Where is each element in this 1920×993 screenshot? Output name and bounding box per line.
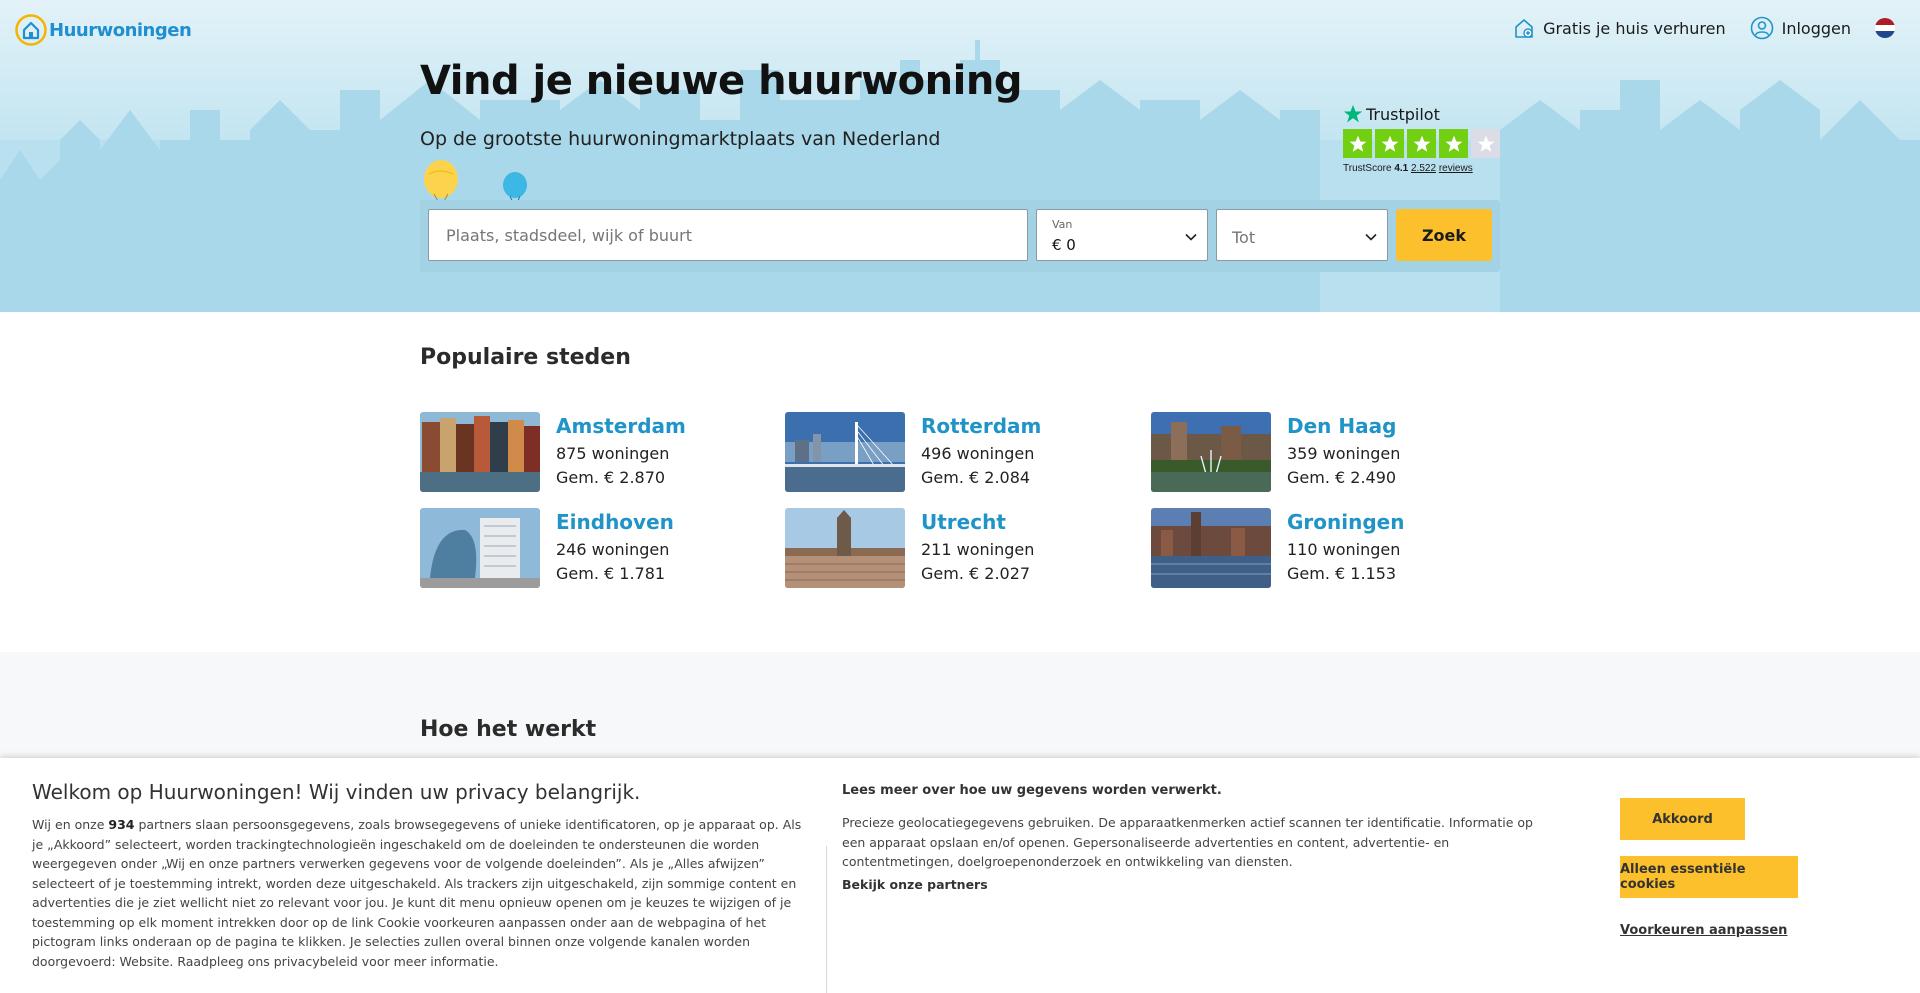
language-flag-nl-icon[interactable] bbox=[1875, 18, 1895, 38]
cookie-preferences-link[interactable]: Voorkeuren aanpassen bbox=[1620, 923, 1787, 938]
city-photo-den-haag bbox=[1151, 412, 1271, 492]
house-logo-icon bbox=[15, 14, 47, 46]
trustpilot-brand: Trustpilot bbox=[1343, 104, 1503, 124]
city-photo-groningen bbox=[1151, 508, 1271, 588]
view-partners-link[interactable]: Bekijk onze partners bbox=[842, 877, 988, 892]
hero-section: Huurwoningen Gratis je huis verhuren Inl… bbox=[0, 0, 1920, 312]
city-name: Rotterdam bbox=[921, 414, 1042, 438]
city-listing-count: 496 woningen bbox=[921, 444, 1035, 463]
city-average-price: Gem. € 2.027 bbox=[921, 564, 1031, 583]
city-card-eindhoven[interactable]: Eindhoven 246 woningen Gem. € 1.781 bbox=[420, 508, 780, 588]
star-empty-icon bbox=[1471, 129, 1500, 158]
site-header: Huurwoningen Gratis je huis verhuren Inl… bbox=[0, 0, 1920, 60]
city-average-price: Gem. € 1.781 bbox=[556, 564, 666, 583]
city-card-utrecht[interactable]: Utrecht 211 woningen Gem. € 2.027 bbox=[785, 508, 1145, 588]
price-from-label: Van bbox=[1052, 218, 1073, 231]
login-label: Inloggen bbox=[1781, 18, 1851, 38]
city-listing-count: 246 woningen bbox=[556, 540, 670, 559]
rent-out-link[interactable]: Gratis je huis verhuren bbox=[1513, 17, 1726, 39]
chevron-down-icon bbox=[1185, 233, 1197, 241]
hero-title: Vind je nieuwe huurwoning bbox=[420, 58, 1022, 104]
city-photo-utrecht bbox=[785, 508, 905, 588]
price-from-value: € 0 bbox=[1052, 236, 1076, 254]
user-icon bbox=[1750, 16, 1773, 40]
city-average-price: Gem. € 2.490 bbox=[1287, 468, 1397, 487]
hero-subtitle: Op de grootste huurwoningmarktplaats van… bbox=[420, 128, 941, 150]
star-filled-icon bbox=[1343, 129, 1372, 158]
logo[interactable]: Huurwoningen bbox=[15, 14, 192, 46]
price-to-placeholder: Tot bbox=[1232, 228, 1256, 247]
city-photo-amsterdam bbox=[420, 412, 540, 492]
city-photo-eindhoven bbox=[420, 508, 540, 588]
city-card-den-haag[interactable]: Den Haag 359 woningen Gem. € 2.490 bbox=[1151, 412, 1511, 492]
city-average-price: Gem. € 1.153 bbox=[1287, 564, 1397, 583]
city-card-rotterdam[interactable]: Rotterdam 496 woningen Gem. € 2.084 bbox=[785, 412, 1145, 492]
logo-text: Huurwoningen bbox=[49, 19, 192, 41]
how-it-works-title: Hoe het werkt bbox=[420, 717, 597, 742]
popular-cities-title: Populaire steden bbox=[420, 345, 631, 370]
city-card-amsterdam[interactable]: Amsterdam 875 woningen Gem. € 2.870 bbox=[420, 412, 780, 492]
cookie-body-text: Wij en onze 934 partners slaan persoonsg… bbox=[32, 817, 802, 969]
city-average-price: Gem. € 2.084 bbox=[921, 468, 1031, 487]
city-listing-count: 211 woningen bbox=[921, 540, 1035, 559]
city-name: Groningen bbox=[1287, 510, 1405, 534]
city-name: Eindhoven bbox=[556, 510, 674, 534]
top-nav: Gratis je huis verhuren Inloggen bbox=[1513, 16, 1895, 40]
search-panel: Van € 0 Tot Zoek bbox=[420, 200, 1500, 272]
city-listing-count: 875 woningen bbox=[556, 444, 670, 463]
cookie-consent-banner: Welkom op Huurwoningen! Wij vinden uw pr… bbox=[0, 758, 1920, 993]
cookie-title: Welkom op Huurwoningen! Wij vinden uw pr… bbox=[32, 780, 641, 804]
price-from-select[interactable]: Van € 0 bbox=[1036, 209, 1208, 261]
cookie-divider bbox=[826, 846, 827, 993]
trustpilot-star-icon bbox=[1343, 104, 1363, 123]
cookie-processing-title: Lees meer over hoe uw gegevens worden ve… bbox=[842, 783, 1222, 798]
city-photo-rotterdam bbox=[785, 412, 905, 492]
star-filled-icon bbox=[1407, 129, 1436, 158]
essential-cookies-button[interactable]: Alleen essentiële cookies bbox=[1620, 856, 1798, 898]
search-button[interactable]: Zoek bbox=[1396, 209, 1492, 261]
house-plus-icon bbox=[1515, 19, 1533, 38]
price-to-select[interactable]: Tot bbox=[1216, 209, 1388, 261]
login-link[interactable]: Inloggen bbox=[1750, 16, 1851, 40]
star-filled-icon bbox=[1439, 129, 1468, 158]
cookie-purposes-text: Precieze geolocatiegegevens gebruiken. D… bbox=[842, 815, 1533, 869]
rent-out-label: Gratis je huis verhuren bbox=[1543, 18, 1726, 38]
trustpilot-stars bbox=[1343, 129, 1503, 158]
city-card-groningen[interactable]: Groningen 110 woningen Gem. € 1.153 bbox=[1151, 508, 1511, 588]
city-name: Amsterdam bbox=[556, 414, 686, 438]
chevron-down-icon bbox=[1365, 233, 1377, 241]
city-listing-count: 359 woningen bbox=[1287, 444, 1401, 463]
city-name: Den Haag bbox=[1287, 414, 1397, 438]
city-average-price: Gem. € 2.870 bbox=[556, 468, 666, 487]
star-filled-icon bbox=[1375, 129, 1404, 158]
trustpilot-score: TrustScore 4.1 2.522 reviews bbox=[1343, 163, 1473, 174]
location-search-input[interactable] bbox=[428, 209, 1028, 261]
trustpilot-widget[interactable]: Trustpilot TrustScore 4.1 2.522 reviews bbox=[1343, 104, 1503, 174]
city-name: Utrecht bbox=[921, 510, 1006, 534]
city-listing-count: 110 woningen bbox=[1287, 540, 1401, 559]
accept-cookies-button[interactable]: Akkoord bbox=[1620, 798, 1745, 840]
